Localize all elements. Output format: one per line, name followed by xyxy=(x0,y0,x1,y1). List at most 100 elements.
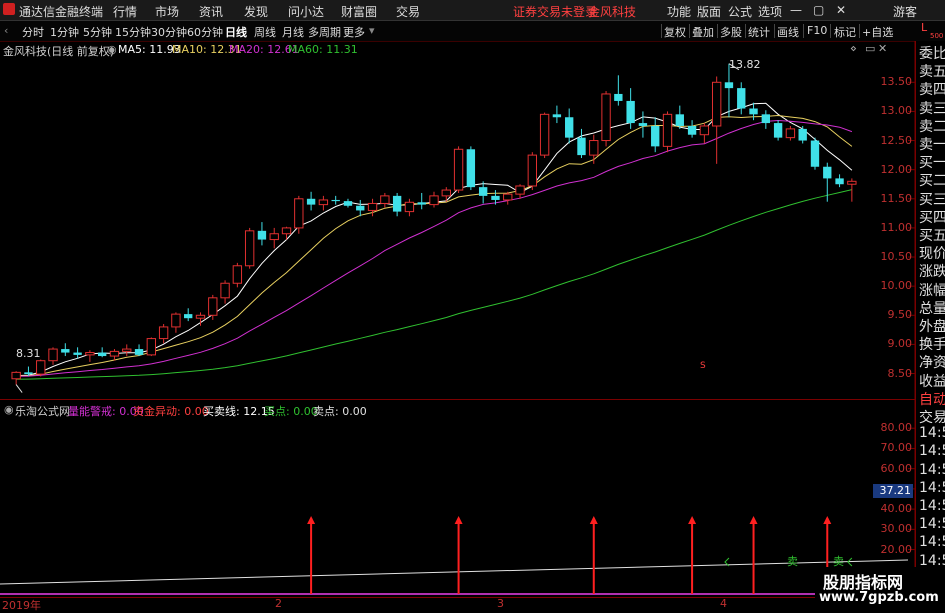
user-label[interactable]: 游客 xyxy=(893,3,917,20)
indicator-settings-icon[interactable]: ◉ xyxy=(4,403,14,416)
menu-gongneng[interactable]: 功能 xyxy=(667,3,691,20)
side-panel-item[interactable]: 14:56 xyxy=(919,534,945,550)
menu-zixun[interactable]: 资讯 xyxy=(199,3,223,20)
side-panel-item[interactable]: 净资 xyxy=(919,352,945,372)
side-panel-item[interactable]: 外盘 xyxy=(919,316,945,336)
side-panel-item[interactable]: 委比 xyxy=(919,43,945,63)
period-more[interactable]: 更多 xyxy=(343,24,365,40)
tool-biaoji[interactable]: 标记 xyxy=(834,24,856,40)
menu-wenxiaoda[interactable]: 问小达 xyxy=(288,3,324,20)
tool-fuquan[interactable]: 复权 xyxy=(664,24,686,40)
candle-body-down xyxy=(675,114,684,126)
tool-add-watchlist[interactable]: +自选 xyxy=(862,24,893,40)
settings-icon[interactable]: ◉ xyxy=(107,43,117,56)
period-weekly[interactable]: 周线 xyxy=(254,24,276,40)
menu-hangqing[interactable]: 行情 xyxy=(113,3,137,20)
side-panel-item[interactable]: 自动 xyxy=(919,389,945,409)
trade-login-status[interactable]: 证券交易未登录 xyxy=(513,3,597,20)
side-panel-item[interactable]: 现价 xyxy=(919,243,945,263)
menu-caifuquan[interactable]: 财富圈 xyxy=(341,3,377,20)
close-icon[interactable]: ✕ xyxy=(836,3,846,17)
candle-body-down xyxy=(614,93,623,101)
side-panel-item[interactable]: 卖二 xyxy=(919,116,945,136)
tool-diejia[interactable]: 叠加 xyxy=(692,24,714,40)
period-30min[interactable]: 30分钟 xyxy=(151,24,187,40)
price-tick: 13.00 xyxy=(880,104,913,118)
signal-s-marker: S xyxy=(700,361,706,371)
side-panel-item[interactable]: 14:56 xyxy=(919,462,945,478)
tool-duogu[interactable]: 多股 xyxy=(720,24,742,40)
period-multi[interactable]: 多周期 xyxy=(308,24,341,40)
minimize-icon[interactable]: — xyxy=(790,3,802,17)
candle-body-down xyxy=(565,117,574,138)
candle-body-up xyxy=(85,352,95,356)
side-panel-item[interactable]: 14:56 xyxy=(919,480,945,496)
indicator-tick: 70.00 xyxy=(880,441,913,455)
candle-body-down xyxy=(24,372,33,375)
side-panel-item[interactable]: 卖三 xyxy=(919,98,945,118)
side-panel-item[interactable]: 涨幅 xyxy=(919,280,945,300)
side-panel-item[interactable]: 14:56 xyxy=(919,443,945,459)
side-panel-item[interactable]: 收益 xyxy=(919,371,945,391)
side-panel-item[interactable]: 卖四 xyxy=(919,79,945,99)
candle-body-up xyxy=(589,140,599,156)
chart-settings-icon[interactable]: ⋄ xyxy=(850,42,857,55)
chart-expand-icon[interactable]: ▭ xyxy=(865,42,875,55)
buy-arrow-head xyxy=(589,516,598,524)
menu-bar: 通达信金融终端 行情 市场 资讯 发现 问小达 财富圈 交易 证券交易未登录 金… xyxy=(0,0,945,21)
period-60min[interactable]: 60分钟 xyxy=(187,24,223,40)
buy-arrow-head xyxy=(823,516,832,524)
menu-jiaoyi[interactable]: 交易 xyxy=(396,3,420,20)
side-panel-item[interactable]: 14:56 xyxy=(919,516,945,532)
candle-body-up xyxy=(429,195,439,206)
tool-f10[interactable]: F10 xyxy=(807,24,827,37)
menu-shichang[interactable]: 市场 xyxy=(155,3,179,20)
candle-body-down xyxy=(737,88,746,109)
side-panel-item[interactable]: 买二 xyxy=(919,170,945,190)
indicator-sell-point: 卖点: 0.00 xyxy=(313,405,367,418)
period-1min[interactable]: 1分钟 xyxy=(50,24,79,40)
candle-body-down xyxy=(61,349,70,353)
candle-body-down xyxy=(835,178,844,185)
side-panel-item[interactable]: 总量 xyxy=(919,298,945,318)
candle-body-up xyxy=(195,314,206,319)
candle-body-up xyxy=(847,180,857,185)
x-tick-apr: 4 xyxy=(720,597,727,610)
side-panel-item[interactable]: 卖一 xyxy=(919,134,945,154)
side-panel-item[interactable]: 卖五 xyxy=(919,61,945,81)
side-panel-item[interactable]: 买四 xyxy=(919,207,945,227)
candle-body-up xyxy=(318,199,329,206)
side-panel-item[interactable]: 买五 xyxy=(919,225,945,245)
side-panel-item[interactable]: 14:56 xyxy=(919,425,945,441)
indicator-chart[interactable] xyxy=(0,400,915,598)
watermark-url: www.7gpzb.com xyxy=(819,590,939,605)
period-5min[interactable]: 5分钟 xyxy=(83,24,112,40)
side-panel-item[interactable]: 买三 xyxy=(919,189,945,209)
side-panel-item[interactable]: 换手 xyxy=(919,334,945,354)
period-daily[interactable]: 日线 xyxy=(225,24,247,40)
side-panel-item[interactable]: 涨跌 xyxy=(919,261,945,281)
menu-xuanxiang[interactable]: 选项 xyxy=(758,3,782,20)
candle-body-up xyxy=(171,313,181,328)
chart-close-icon[interactable]: ✕ xyxy=(878,42,887,55)
tool-tongji[interactable]: 统计 xyxy=(748,24,770,40)
kline-chart[interactable] xyxy=(0,41,915,399)
buy-arrow-head xyxy=(749,516,758,524)
candle-body-up xyxy=(158,326,169,340)
restore-icon[interactable]: ▢ xyxy=(813,3,824,17)
candle-body-down xyxy=(257,230,267,240)
more-dropdown-icon[interactable]: ▾ xyxy=(369,24,375,37)
menu-faxian[interactable]: 发现 xyxy=(244,3,268,20)
menu-gongshi[interactable]: 公式 xyxy=(728,3,752,20)
period-15min[interactable]: 15分钟 xyxy=(115,24,151,40)
side-panel-item[interactable]: 交易 xyxy=(919,407,945,427)
menu-banmian[interactable]: 版面 xyxy=(697,3,721,20)
period-monthly[interactable]: 月线 xyxy=(282,24,304,40)
corner-level-label: L xyxy=(921,21,928,34)
candle-body-down xyxy=(687,125,697,135)
tool-huaxian[interactable]: 画线 xyxy=(777,24,799,40)
side-panel-item[interactable]: 14:56 xyxy=(919,498,945,514)
period-fenshi[interactable]: 分时 xyxy=(22,24,44,40)
candle-body-down xyxy=(577,137,586,156)
side-panel-item[interactable]: 买一 xyxy=(919,152,945,172)
